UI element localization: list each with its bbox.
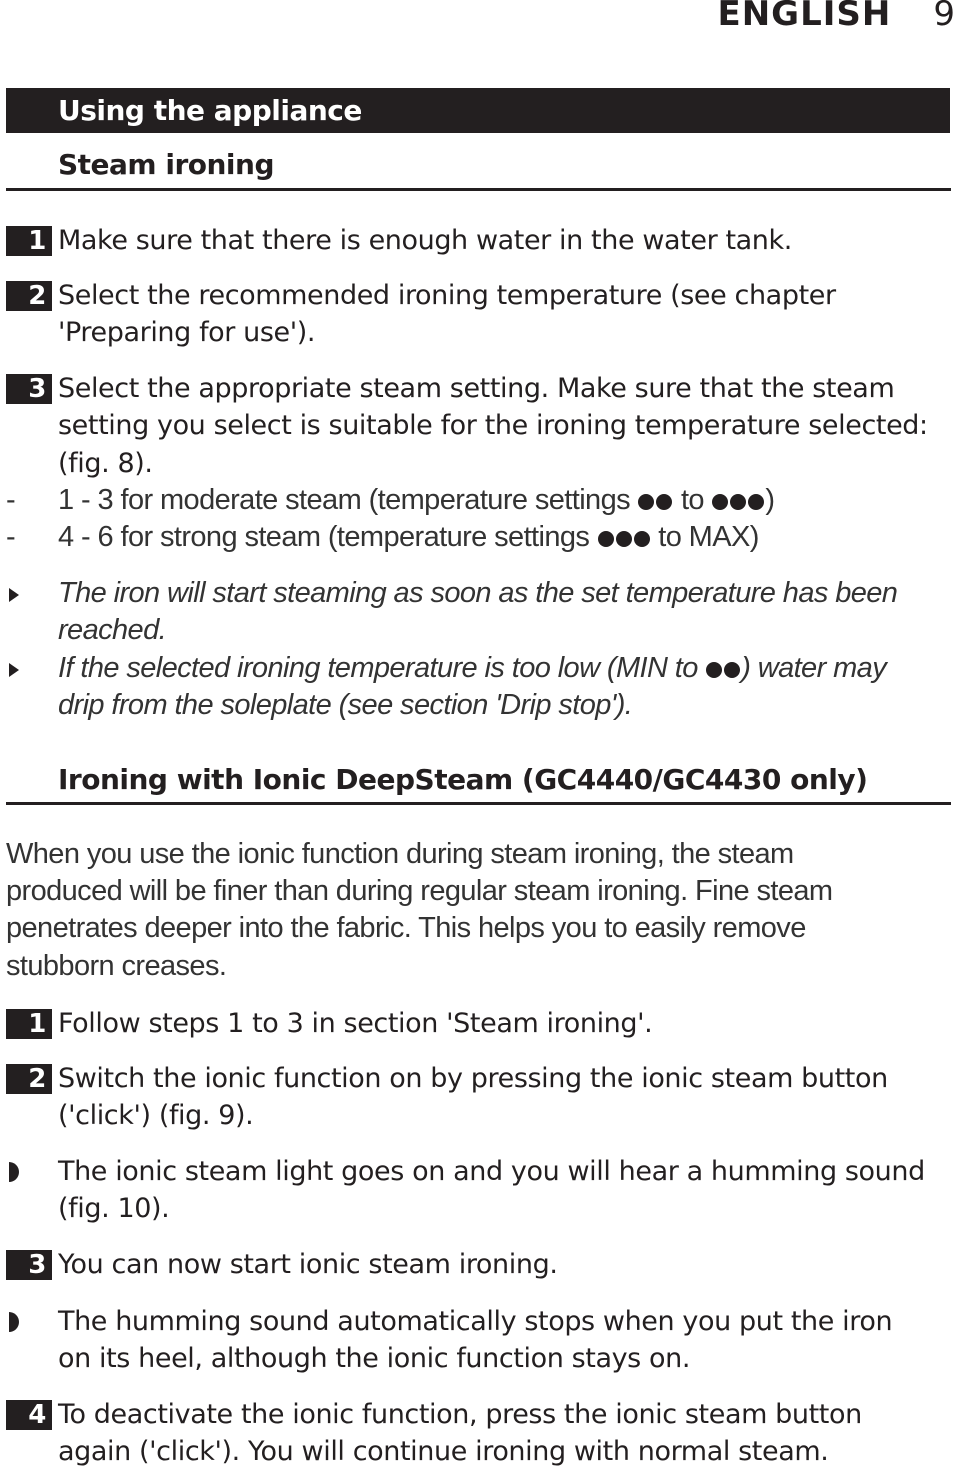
step-text: Select the appropriate steam setting. Ma… [58, 373, 895, 404]
temperature-dot-icon [633, 531, 650, 547]
note-text: drip from the soleplate (see section 'Dr… [58, 689, 633, 721]
temperature-dot-icon [656, 494, 673, 510]
triangle-bullet-icon [9, 663, 19, 677]
list-item-text-part: 1 - 3 for moderate steam (temperature se… [58, 484, 631, 516]
page-number: 9 [933, 0, 956, 34]
step-text: Follow steps 1 to 3 in section 'Steam ir… [58, 1008, 653, 1039]
note-text-part: ) water may [741, 652, 887, 684]
intro-line: stubborn creases. [6, 950, 227, 982]
result-bullet-icon [9, 1312, 19, 1332]
list-item-text-part: 4 - 6 for strong steam (temperature sett… [58, 521, 590, 553]
list-item-text: 1 - 3 for moderate steam (temperature se… [58, 482, 775, 520]
step-number-badge: 3 [6, 1250, 52, 1280]
list-item-text-part: to MAX) [658, 521, 759, 553]
step-text: Switch the ionic function on by pressing… [58, 1063, 888, 1094]
intro-line: produced will be finer than during regul… [6, 875, 833, 907]
step-number-badge: 1 [6, 226, 52, 256]
step-text: 'Preparing for use'). [58, 317, 316, 348]
step-text: You can now start ionic steam ironing. [58, 1249, 558, 1280]
note-text: reached. [58, 614, 167, 646]
temperature-dot-icon [615, 531, 632, 547]
list-item-text: 4 - 6 for strong steam (temperature sett… [58, 519, 759, 557]
running-head: ENGLISH 9 [560, 0, 960, 38]
step-number-badge: 1 [6, 1009, 52, 1039]
chapter-title: Using the appliance [58, 94, 362, 127]
step-number-badge: 3 [6, 374, 52, 404]
step-number-badge: 2 [6, 281, 52, 311]
result-text: (fig. 10). [58, 1193, 170, 1224]
temperature-dot-icon [597, 531, 614, 547]
step-text: setting you select is suitable for the i… [58, 410, 928, 441]
step-number-badge: 4 [6, 1400, 52, 1430]
temperature-dot-icon [638, 494, 655, 510]
section-title-ionic: Ironing with Ionic DeepSteam (GC4440/GC4… [58, 763, 868, 796]
language-label: ENGLISH [717, 0, 892, 34]
dash-marker: - [6, 484, 16, 516]
triangle-bullet-icon [9, 588, 19, 602]
result-text: The ionic steam light goes on and you wi… [58, 1156, 925, 1187]
section-title-steam-ironing: Steam ironing [58, 148, 275, 181]
list-item-text-part: ) [765, 484, 775, 516]
temperature-dot-icon [730, 494, 747, 510]
step-text: (fig. 8). [58, 448, 153, 479]
section-rule [6, 188, 951, 191]
temperature-dot-icon [724, 662, 741, 678]
temperature-dot-icon [706, 662, 723, 678]
note-text-part: If the selected ironing temperature is t… [58, 652, 698, 684]
step-text: Make sure that there is enough water in … [58, 225, 792, 256]
temperature-dot-icon [712, 494, 729, 510]
step-text: Select the recommended ironing temperatu… [58, 280, 836, 311]
step-text: ('click') (fig. 9). [58, 1100, 254, 1131]
step-text: To deactivate the ionic function, press … [58, 1399, 862, 1430]
dash-marker: - [6, 521, 16, 553]
result-text: The humming sound automatically stops wh… [58, 1306, 893, 1337]
note-text: If the selected ironing temperature is t… [58, 650, 887, 688]
result-bullet-icon [9, 1162, 19, 1182]
result-text: on its heel, although the ionic function… [58, 1343, 691, 1374]
temperature-dot-icon [748, 494, 765, 510]
intro-line: penetrates deeper into the fabric. This … [6, 912, 806, 944]
section-rule [6, 802, 951, 805]
list-item-text-part: to [680, 484, 705, 516]
intro-line: When you use the ionic function during s… [6, 838, 794, 870]
step-number-badge: 2 [6, 1064, 52, 1094]
note-text: The iron will start steaming as soon as … [58, 577, 898, 609]
step-text: again ('click'). You will continue ironi… [58, 1436, 829, 1467]
